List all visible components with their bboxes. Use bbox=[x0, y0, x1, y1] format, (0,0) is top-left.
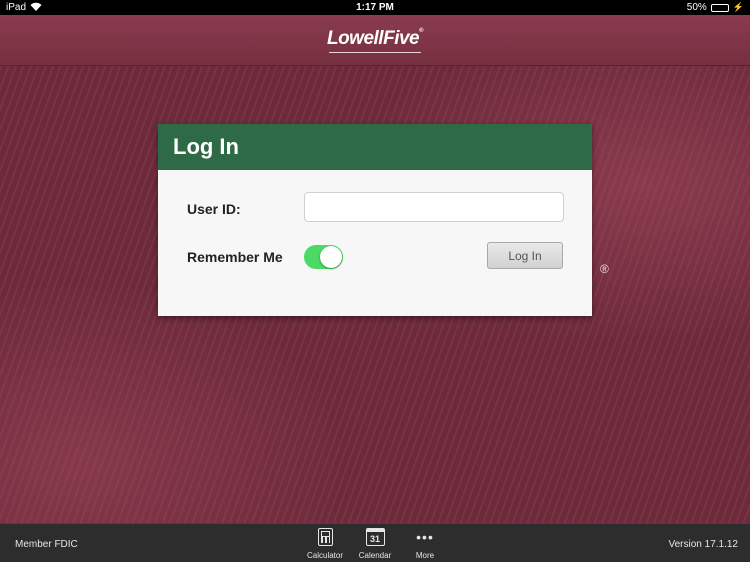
device-name: iPad bbox=[6, 2, 27, 13]
calculator-button[interactable]: Calculator bbox=[305, 527, 345, 560]
calculator-label: Calculator bbox=[306, 551, 343, 560]
bottom-toolbar: Member FDIC Calculator 31 Calendar ••• M… bbox=[0, 523, 750, 562]
lowellfive-logo: LowellFive® bbox=[326, 27, 424, 53]
battery-icon bbox=[710, 3, 729, 12]
more-button[interactable]: ••• More bbox=[405, 527, 445, 560]
status-bar: iPad 1:17 PM 50% ⚡ bbox=[0, 0, 750, 15]
more-label: More bbox=[415, 551, 435, 560]
charging-icon: ⚡ bbox=[732, 2, 744, 12]
remember-me-toggle[interactable] bbox=[304, 245, 343, 269]
user-id-input[interactable] bbox=[304, 192, 564, 222]
battery-percent: 50% bbox=[686, 2, 707, 13]
toggle-knob bbox=[320, 246, 342, 268]
calendar-label: Calendar bbox=[358, 551, 392, 560]
status-right: 50% ⚡ bbox=[687, 2, 744, 13]
member-fdic-label: Member FDIC bbox=[15, 539, 78, 550]
status-time: 1:17 PM bbox=[356, 2, 394, 13]
user-id-label: User ID: bbox=[187, 201, 241, 217]
more-icon: ••• bbox=[416, 529, 434, 545]
login-title: Log In bbox=[158, 124, 592, 170]
calculator-icon bbox=[317, 528, 333, 546]
app-header: LowellFive® bbox=[0, 15, 750, 66]
calendar-button[interactable]: 31 Calendar bbox=[355, 527, 395, 560]
status-left: iPad bbox=[6, 2, 42, 14]
logo-mark: ® bbox=[419, 27, 424, 34]
version-label: Version 17.1.12 bbox=[668, 539, 739, 550]
wifi-icon bbox=[30, 2, 42, 14]
remember-me-label: Remember Me bbox=[187, 249, 283, 265]
logo-text: LowellFive bbox=[326, 27, 420, 49]
registered-mark: ® bbox=[600, 262, 609, 276]
login-button[interactable]: Log In bbox=[487, 242, 563, 269]
calendar-icon: 31 bbox=[365, 528, 385, 546]
login-card: Log In User ID: Remember Me Log In bbox=[158, 124, 592, 316]
